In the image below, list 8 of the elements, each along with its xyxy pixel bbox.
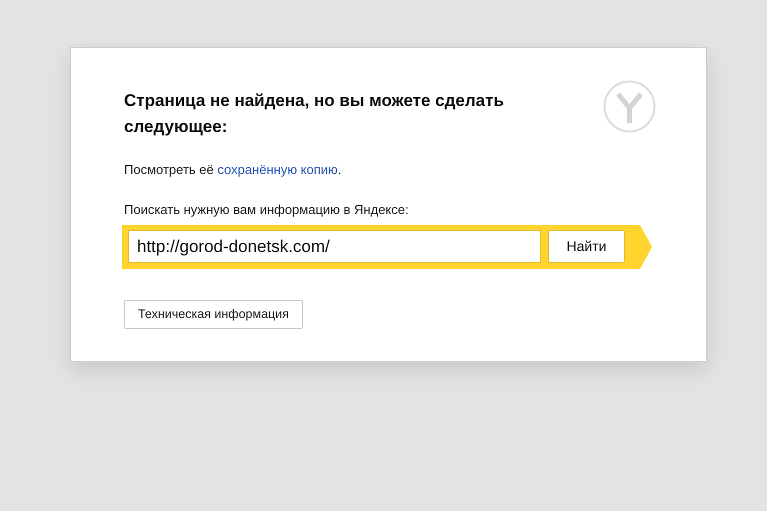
search-button[interactable]: Найти: [548, 230, 625, 263]
page-heading: Страница не найдена, но вы можете сделать следующее:: [124, 90, 505, 138]
browser-logo-icon: [603, 80, 656, 133]
cached-copy-text: Посмотреть её сохранённую копию.: [124, 161, 342, 179]
search-field[interactable]: http://gorod-donetsk.com/: [128, 230, 541, 263]
cached-copy-link[interactable]: сохранённую копию: [217, 162, 338, 177]
technical-info-button[interactable]: Техническая информация: [124, 300, 303, 329]
search-label: Поискать нужную вам информацию в Яндексе:: [124, 200, 410, 219]
